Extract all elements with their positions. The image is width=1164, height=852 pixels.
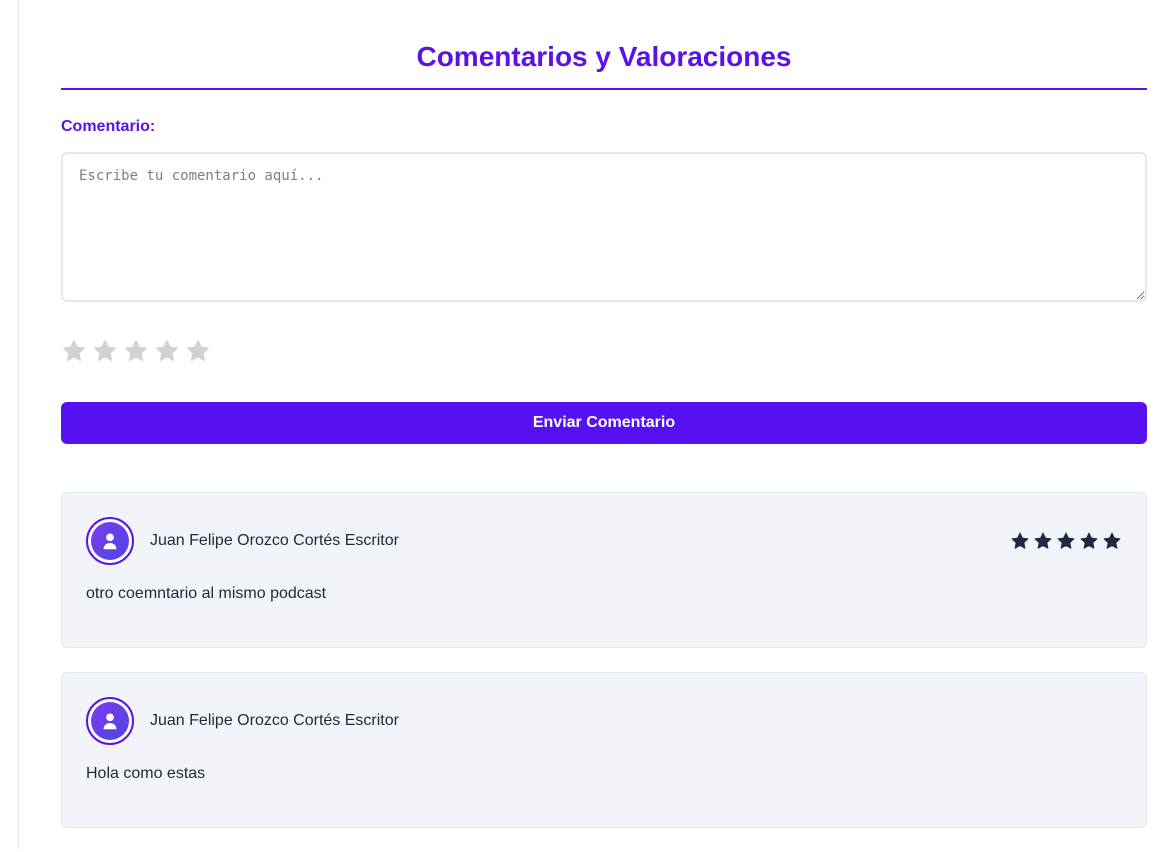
avatar — [86, 517, 134, 565]
star-1-icon[interactable] — [61, 338, 87, 364]
comment-card: Juan Felipe Orozco Cortés Escritor otro c… — [61, 492, 1147, 648]
user-icon — [91, 522, 129, 560]
avatar — [86, 697, 134, 745]
comment-header: Juan Felipe Orozco Cortés Escritor — [86, 517, 1122, 565]
comment-label: Comentario: — [61, 118, 156, 135]
comment-card: Juan Felipe Orozco Cortés Escritor Hola c… — [61, 672, 1147, 828]
star-5-icon[interactable] — [185, 338, 211, 364]
comment-author: Juan Felipe Orozco Cortés Escritor — [150, 532, 399, 549]
page-title: Comentarios y Valoraciones — [416, 41, 792, 72]
comment-text: otro coemntario al mismo podcast — [86, 585, 327, 602]
star-icon — [1079, 531, 1099, 551]
title-divider — [61, 88, 1147, 90]
comment-header: Juan Felipe Orozco Cortés Escritor — [86, 697, 1122, 745]
star-icon — [1033, 531, 1053, 551]
star-icon — [1056, 531, 1076, 551]
submit-comment-button[interactable]: Enviar Comentario — [61, 402, 1147, 444]
star-icon — [1010, 531, 1030, 551]
main-panel: Comentarios y Valoraciones Comentario: E… — [18, 0, 1164, 849]
star-icon — [1102, 531, 1122, 551]
comments-list: Juan Felipe Orozco Cortés Escritor otro c… — [61, 492, 1147, 828]
star-4-icon[interactable] — [154, 338, 180, 364]
comment-text: Hola como estas — [86, 765, 206, 782]
comment-textarea[interactable] — [61, 152, 1147, 302]
comment-rating — [1010, 531, 1122, 551]
comments-section: Comentarios y Valoraciones Comentario: E… — [61, 0, 1147, 852]
user-icon — [91, 702, 129, 740]
star-3-icon[interactable] — [123, 338, 149, 364]
comment-author: Juan Felipe Orozco Cortés Escritor — [150, 712, 399, 729]
star-rating-input — [61, 338, 1147, 368]
star-2-icon[interactable] — [92, 338, 118, 364]
